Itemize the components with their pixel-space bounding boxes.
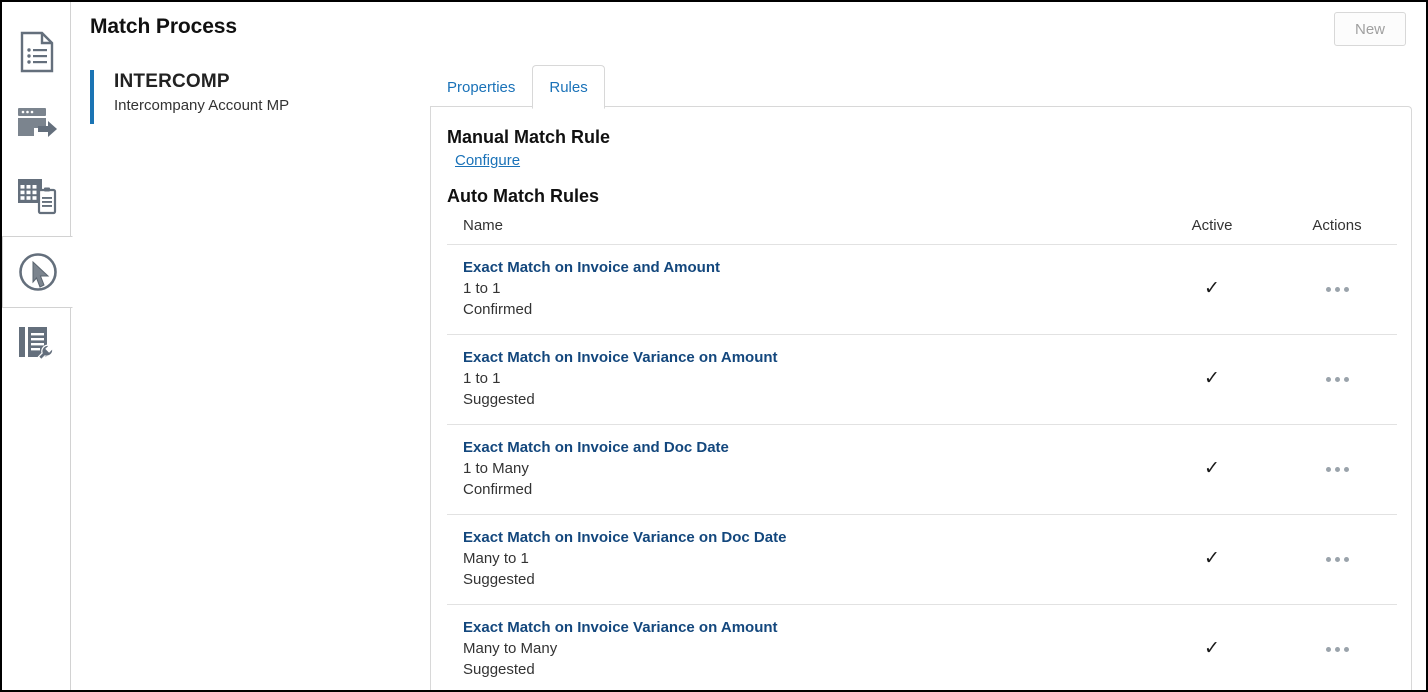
check-icon: ✓ bbox=[1204, 277, 1220, 299]
tab-rules[interactable]: Rules bbox=[532, 65, 605, 109]
rule-status: Suggested bbox=[463, 571, 535, 588]
rule-name-cell: Exact Match on Invoice and Amount 1 to 1… bbox=[447, 244, 1147, 335]
rules-panel: Manual Match Rule Configure Auto Match R… bbox=[430, 106, 1412, 690]
auto-match-rules-title: Auto Match Rules bbox=[447, 186, 600, 206]
table-header-row: Name Active Actions bbox=[447, 217, 1397, 245]
rule-name-link[interactable]: Exact Match on Invoice and Doc Date bbox=[463, 437, 1147, 458]
record-description: Intercompany Account MP bbox=[114, 97, 290, 114]
rule-cardinality: 1 to 1 bbox=[463, 280, 501, 297]
actions-menu-icon[interactable] bbox=[1320, 551, 1355, 568]
rule-actions-cell bbox=[1277, 604, 1397, 690]
rule-status: Suggested bbox=[463, 391, 535, 408]
rule-actions-cell bbox=[1277, 244, 1397, 335]
sidebar-item-window-arrow[interactable] bbox=[2, 88, 71, 160]
column-header-active: Active bbox=[1147, 217, 1277, 245]
sidebar-item-document-list[interactable] bbox=[2, 16, 71, 88]
rule-status: Confirmed bbox=[463, 481, 533, 498]
rule-name-link[interactable]: Exact Match on Invoice and Amount bbox=[463, 257, 1147, 278]
record-code: INTERCOMP bbox=[114, 71, 230, 92]
grid-clipboard-icon bbox=[16, 176, 58, 216]
configure-link[interactable]: Configure bbox=[455, 152, 520, 169]
actions-menu-icon[interactable] bbox=[1320, 641, 1355, 658]
document-wrench-icon bbox=[16, 323, 58, 365]
rule-status: Suggested bbox=[463, 661, 535, 678]
rule-actions-cell bbox=[1277, 424, 1397, 515]
rule-cardinality: Many to Many bbox=[463, 640, 558, 657]
rule-name-link[interactable]: Exact Match on Invoice Variance on Amoun… bbox=[463, 347, 1147, 368]
check-icon: ✓ bbox=[1204, 457, 1220, 479]
sidebar-item-grid-clipboard[interactable] bbox=[2, 160, 71, 232]
rule-name-cell: Exact Match on Invoice Variance on Amoun… bbox=[447, 604, 1147, 690]
application-window: Match Process New INTERCOMP Intercompany… bbox=[0, 0, 1428, 692]
tab-strip: Properties Rules bbox=[430, 64, 605, 109]
document-list-icon bbox=[18, 31, 56, 73]
rule-active-cell: ✓ bbox=[1147, 514, 1277, 605]
sidebar-item-document-wrench[interactable] bbox=[2, 308, 71, 380]
table-row[interactable]: Exact Match on Invoice and Amount 1 to 1… bbox=[447, 244, 1397, 335]
rule-status: Confirmed bbox=[463, 301, 533, 318]
table-row[interactable]: Exact Match on Invoice Variance on Amoun… bbox=[447, 604, 1397, 690]
check-icon: ✓ bbox=[1204, 367, 1220, 389]
manual-match-rule-title: Manual Match Rule bbox=[447, 127, 611, 147]
rule-active-cell: ✓ bbox=[1147, 604, 1277, 690]
page-title: Match Process bbox=[90, 15, 237, 38]
rule-cardinality: 1 to 1 bbox=[463, 370, 501, 387]
rule-name-link[interactable]: Exact Match on Invoice Variance on Doc D… bbox=[463, 527, 1147, 548]
sidebar-item-cursor-circle[interactable] bbox=[2, 236, 73, 308]
rule-actions-cell bbox=[1277, 334, 1397, 425]
cursor-circle-icon bbox=[17, 251, 59, 293]
icon-rail bbox=[2, 2, 73, 690]
rule-name-cell: Exact Match on Invoice and Doc Date 1 to… bbox=[447, 424, 1147, 515]
window-arrow-icon bbox=[16, 106, 58, 142]
rule-actions-cell bbox=[1277, 514, 1397, 605]
rule-name-link[interactable]: Exact Match on Invoice Variance on Amoun… bbox=[463, 617, 1147, 638]
rule-name-cell: Exact Match on Invoice Variance on Amoun… bbox=[447, 334, 1147, 425]
tab-properties[interactable]: Properties bbox=[430, 65, 532, 108]
actions-menu-icon[interactable] bbox=[1320, 461, 1355, 478]
table-row[interactable]: Exact Match on Invoice Variance on Doc D… bbox=[447, 514, 1397, 605]
rule-cardinality: Many to 1 bbox=[463, 550, 529, 567]
new-button[interactable]: New bbox=[1334, 12, 1406, 46]
actions-menu-icon[interactable] bbox=[1320, 281, 1355, 298]
rule-name-cell: Exact Match on Invoice Variance on Doc D… bbox=[447, 514, 1147, 605]
actions-menu-icon[interactable] bbox=[1320, 371, 1355, 388]
check-icon: ✓ bbox=[1204, 637, 1220, 659]
rule-cardinality: 1 to Many bbox=[463, 460, 529, 477]
record-identity: INTERCOMP Intercompany Account MP bbox=[90, 70, 289, 124]
check-icon: ✓ bbox=[1204, 547, 1220, 569]
rule-active-cell: ✓ bbox=[1147, 334, 1277, 425]
auto-match-rules-table: Name Active Actions Exact Match on Invoi… bbox=[447, 217, 1397, 690]
table-body: Exact Match on Invoice and Amount 1 to 1… bbox=[447, 244, 1397, 690]
table-row[interactable]: Exact Match on Invoice and Doc Date 1 to… bbox=[447, 424, 1397, 515]
rule-active-cell: ✓ bbox=[1147, 424, 1277, 515]
column-header-name: Name bbox=[447, 217, 1147, 245]
table-row[interactable]: Exact Match on Invoice Variance on Amoun… bbox=[447, 334, 1397, 425]
rule-active-cell: ✓ bbox=[1147, 244, 1277, 335]
column-header-actions: Actions bbox=[1277, 217, 1397, 245]
